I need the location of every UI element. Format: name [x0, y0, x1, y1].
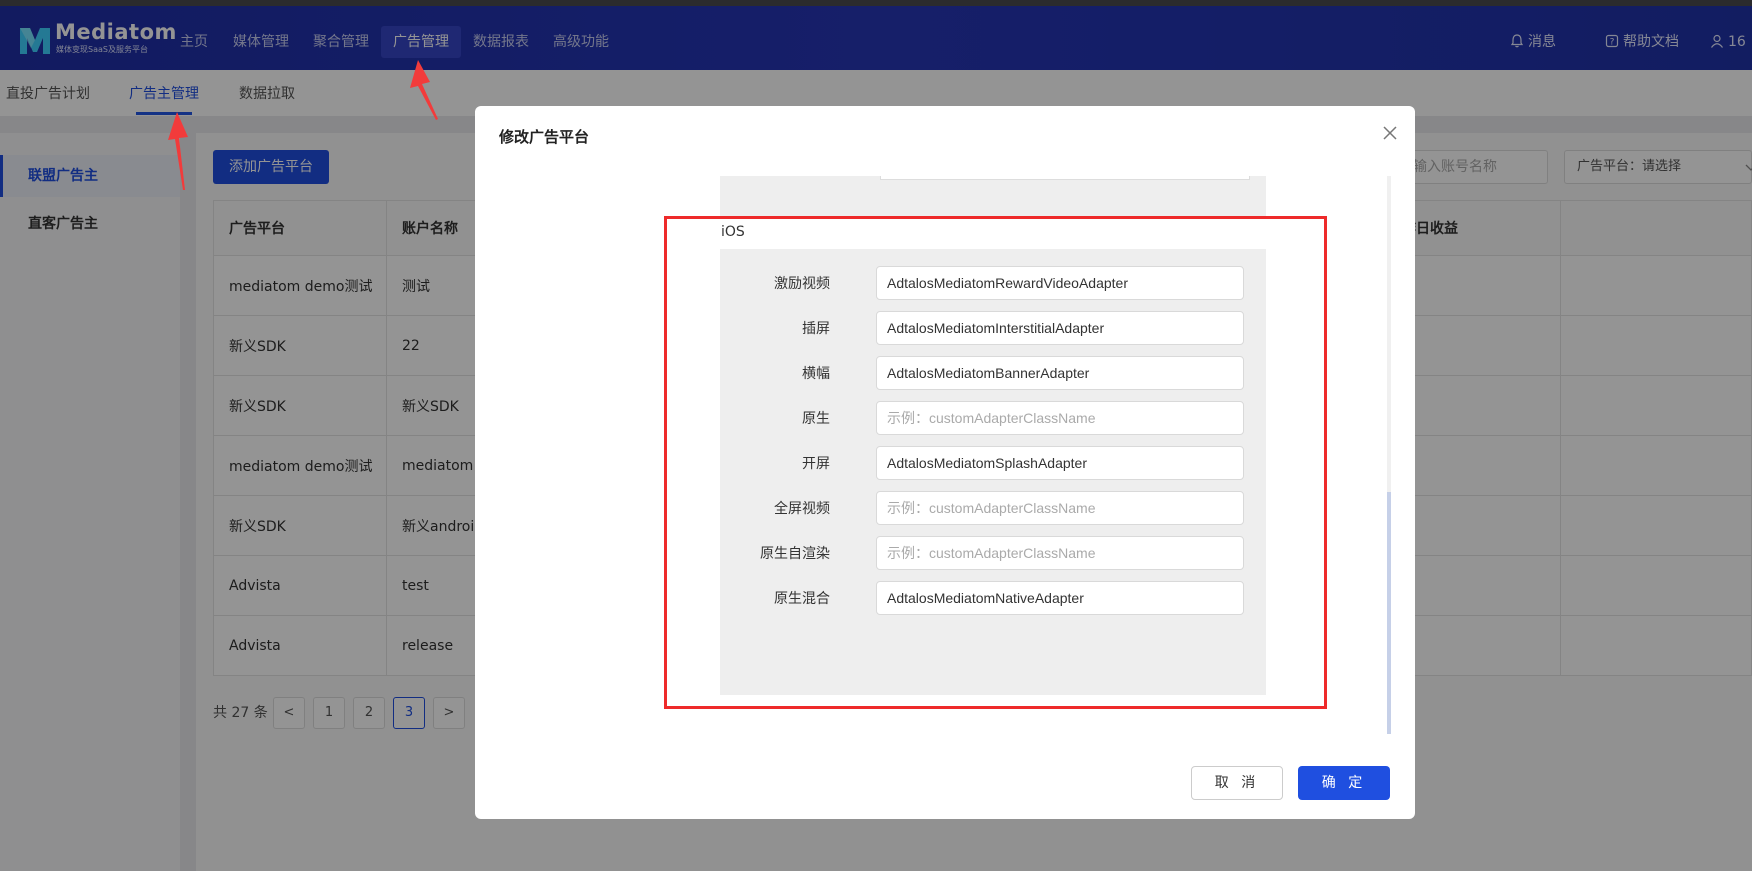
arrow-annotation-icon [168, 112, 188, 190]
dialog-scrollbar-thumb[interactable] [1387, 492, 1391, 734]
arrow-annotation-icon [410, 60, 438, 120]
previous-input-fragment [880, 176, 1250, 180]
confirm-button[interactable]: 确 定 [1298, 766, 1390, 800]
previous-section-fragment [720, 176, 1266, 216]
dialog-title: 修改广告平台 [499, 128, 590, 146]
highlight-box [664, 216, 1327, 709]
close-icon[interactable] [1381, 124, 1399, 142]
cancel-button[interactable]: 取 消 [1191, 766, 1283, 800]
